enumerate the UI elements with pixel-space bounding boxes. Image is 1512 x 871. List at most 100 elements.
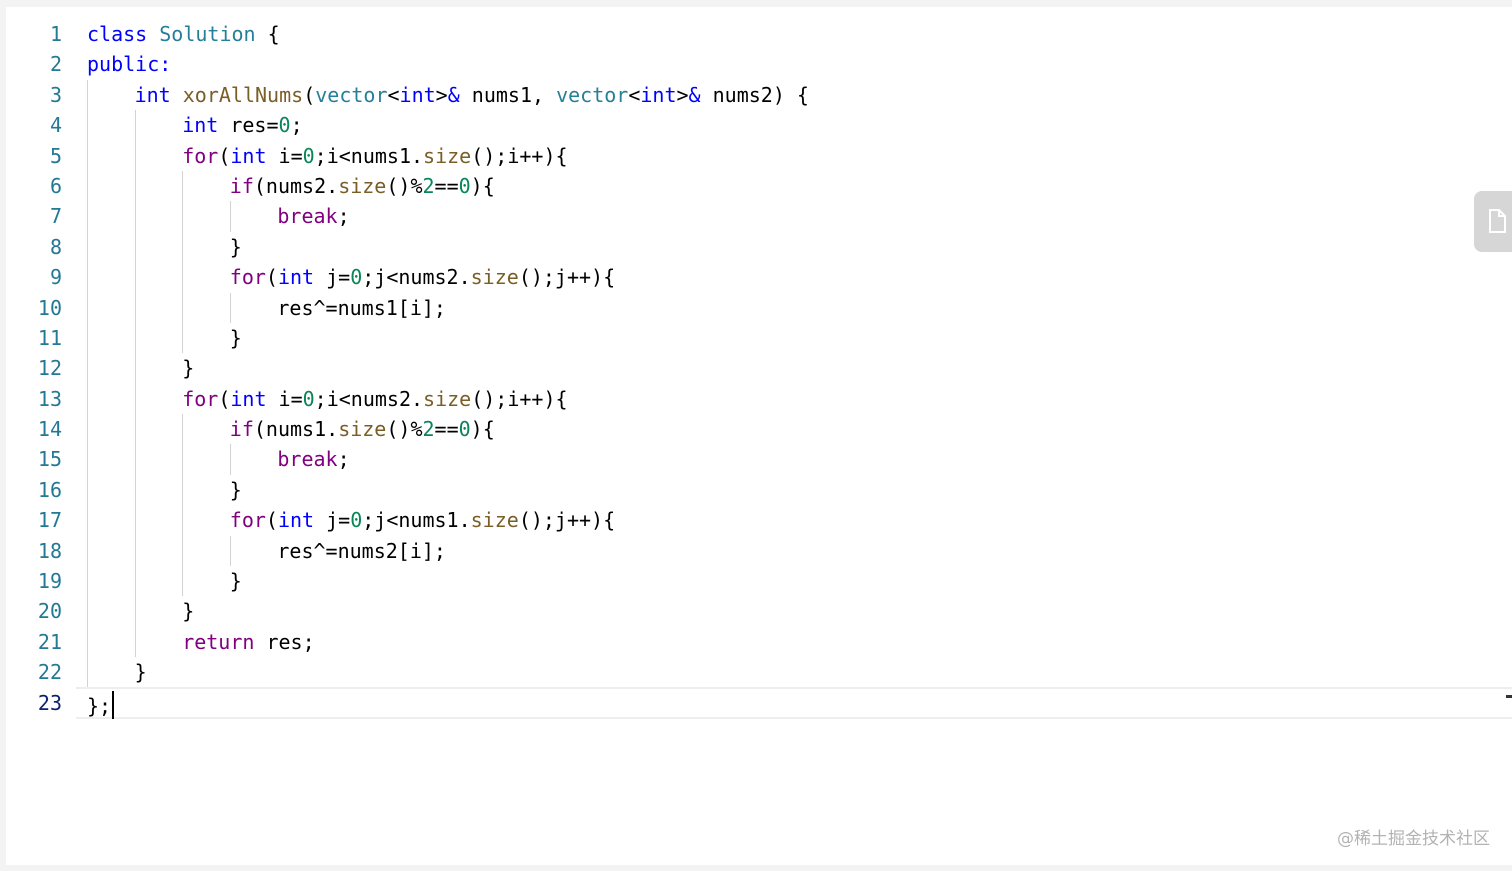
indent-guide: [87, 596, 88, 627]
indent-guide: [229, 444, 231, 475]
line-number: 23: [37, 690, 62, 715]
line-text: }: [230, 478, 242, 502]
code-line[interactable]: 14 if(nums1.size()%2==0){: [6, 414, 1512, 445]
line-text: int res=0;: [182, 113, 302, 137]
line-number: 8: [49, 234, 62, 259]
indent-guide: [87, 444, 88, 475]
side-panel-tab[interactable]: [1474, 191, 1512, 252]
line-text: return res;: [182, 630, 314, 654]
indent-guide: [182, 292, 184, 323]
line-number: 18: [37, 538, 62, 563]
code-line[interactable]: 17 for(int j=0;j<nums1.size();j++){: [6, 505, 1512, 536]
code-token: }: [229, 477, 242, 502]
line-number: 17: [37, 508, 62, 533]
code-line[interactable]: 6 if(nums2.size()%2==0){: [6, 170, 1512, 202]
code-line[interactable]: 2 public:: [6, 49, 1512, 79]
text-cursor: [112, 690, 115, 719]
indent-guide: [182, 322, 184, 354]
indent-guide: [182, 535, 184, 567]
indent-guide: [134, 626, 136, 658]
code-token: 0: [302, 386, 315, 411]
indent-guide: [87, 566, 88, 597]
indent-guide: [134, 444, 136, 475]
code-token: res^=nums1[i];: [277, 295, 446, 320]
code-line[interactable]: 22}: [6, 657, 1512, 688]
code-line[interactable]: 18 res^=nums2[i];: [6, 535, 1512, 567]
line-number: 20: [37, 599, 62, 624]
code-token: <: [387, 82, 400, 107]
code-token: size: [470, 508, 519, 533]
code-line[interactable]: 8}: [6, 231, 1512, 263]
code-token: }: [134, 660, 147, 685]
code-token: ;: [337, 204, 350, 229]
indent-guide: [229, 535, 231, 567]
indent-guide: [87, 383, 88, 415]
code-line[interactable]: 3 int xorAllNums(vector<int>& nums1, vect…: [6, 79, 1512, 111]
code-line[interactable]: 19}: [6, 566, 1512, 597]
code-line[interactable]: 5 for(int i=0;i<nums1.size();i++){: [6, 140, 1512, 171]
line-number: 16: [37, 477, 62, 502]
code-token: (: [218, 143, 231, 168]
line-text: }: [230, 569, 242, 593]
code-token: }: [229, 234, 242, 259]
code-token: int: [640, 82, 677, 107]
code-line[interactable]: 20}: [6, 596, 1512, 627]
code-line[interactable]: 7 break;: [6, 201, 1512, 232]
indent-guide: [134, 110, 136, 141]
indent-guide: [87, 79, 88, 111]
code-token: for: [229, 265, 266, 290]
code-token: public:: [87, 52, 172, 77]
code-line[interactable]: 12}: [6, 353, 1512, 384]
code-token: size: [470, 265, 519, 290]
code-line[interactable]: 23};: [6, 686, 1512, 720]
indent-guide: [134, 322, 136, 354]
indent-guide: [87, 231, 88, 263]
code-token: ();j++){: [518, 265, 616, 290]
code-token: 2: [422, 417, 435, 442]
code-line[interactable]: 11}: [6, 322, 1512, 354]
code-token: ();i++){: [471, 143, 568, 168]
code-token: 0: [278, 113, 291, 138]
line-text: break;: [277, 204, 349, 228]
code-line[interactable]: 4 int res=0;: [6, 110, 1512, 141]
code-token: res=: [218, 113, 279, 138]
code-line[interactable]: 1 class Solution {: [6, 19, 1512, 49]
code-token: ){: [470, 173, 495, 198]
indent-guide: [182, 474, 184, 506]
code-token: size: [423, 386, 472, 411]
line-number: 1: [49, 22, 62, 46]
code-line[interactable]: 10 res^=nums1[i];: [6, 292, 1512, 323]
line-number: 22: [37, 660, 62, 685]
indent-guide: [182, 505, 184, 536]
line-number: 2: [49, 52, 62, 77]
line-text: }: [230, 235, 242, 259]
code-line[interactable]: 16}: [6, 474, 1512, 506]
code-token: ;i<nums1.: [314, 143, 424, 168]
line-text: for(int j=0;j<nums1.size();j++){: [230, 508, 615, 532]
indent-guide: [134, 231, 136, 263]
code-editor[interactable]: 1 class Solution { 2 public: 3 int xorAllNums…: [6, 7, 1512, 865]
code-line[interactable]: 13 for(int i=0;i<nums2.size();i++){: [6, 383, 1512, 415]
indent-guide: [87, 292, 88, 323]
code-token: 2: [422, 173, 435, 198]
document-icon: [1489, 209, 1506, 233]
code-token: }: [182, 599, 195, 624]
code-token: nums2) {: [700, 82, 809, 107]
code-token: for: [229, 508, 266, 533]
code-line[interactable]: 9 for(int j=0;j<nums2.size();j++){: [6, 262, 1512, 293]
indent-guide: [87, 170, 88, 202]
line-text: public:: [87, 52, 171, 76]
code-token: int: [399, 82, 436, 107]
watermark: @稀土掘金技术社区: [1337, 829, 1490, 849]
code-lines[interactable]: 1 class Solution { 2 public: 3 int xorAllNums…: [6, 19, 1512, 720]
line-number: 11: [37, 325, 62, 350]
line-number: 21: [37, 629, 62, 654]
scroll-position-marker: [1506, 695, 1512, 698]
code-line[interactable]: 15 break;: [6, 444, 1512, 475]
code-line[interactable]: 21 return res;: [6, 626, 1512, 658]
code-token: break: [277, 447, 338, 472]
code-token: {: [255, 22, 280, 46]
indent-guide: [229, 201, 231, 232]
code-token: ();i++){: [471, 386, 568, 411]
